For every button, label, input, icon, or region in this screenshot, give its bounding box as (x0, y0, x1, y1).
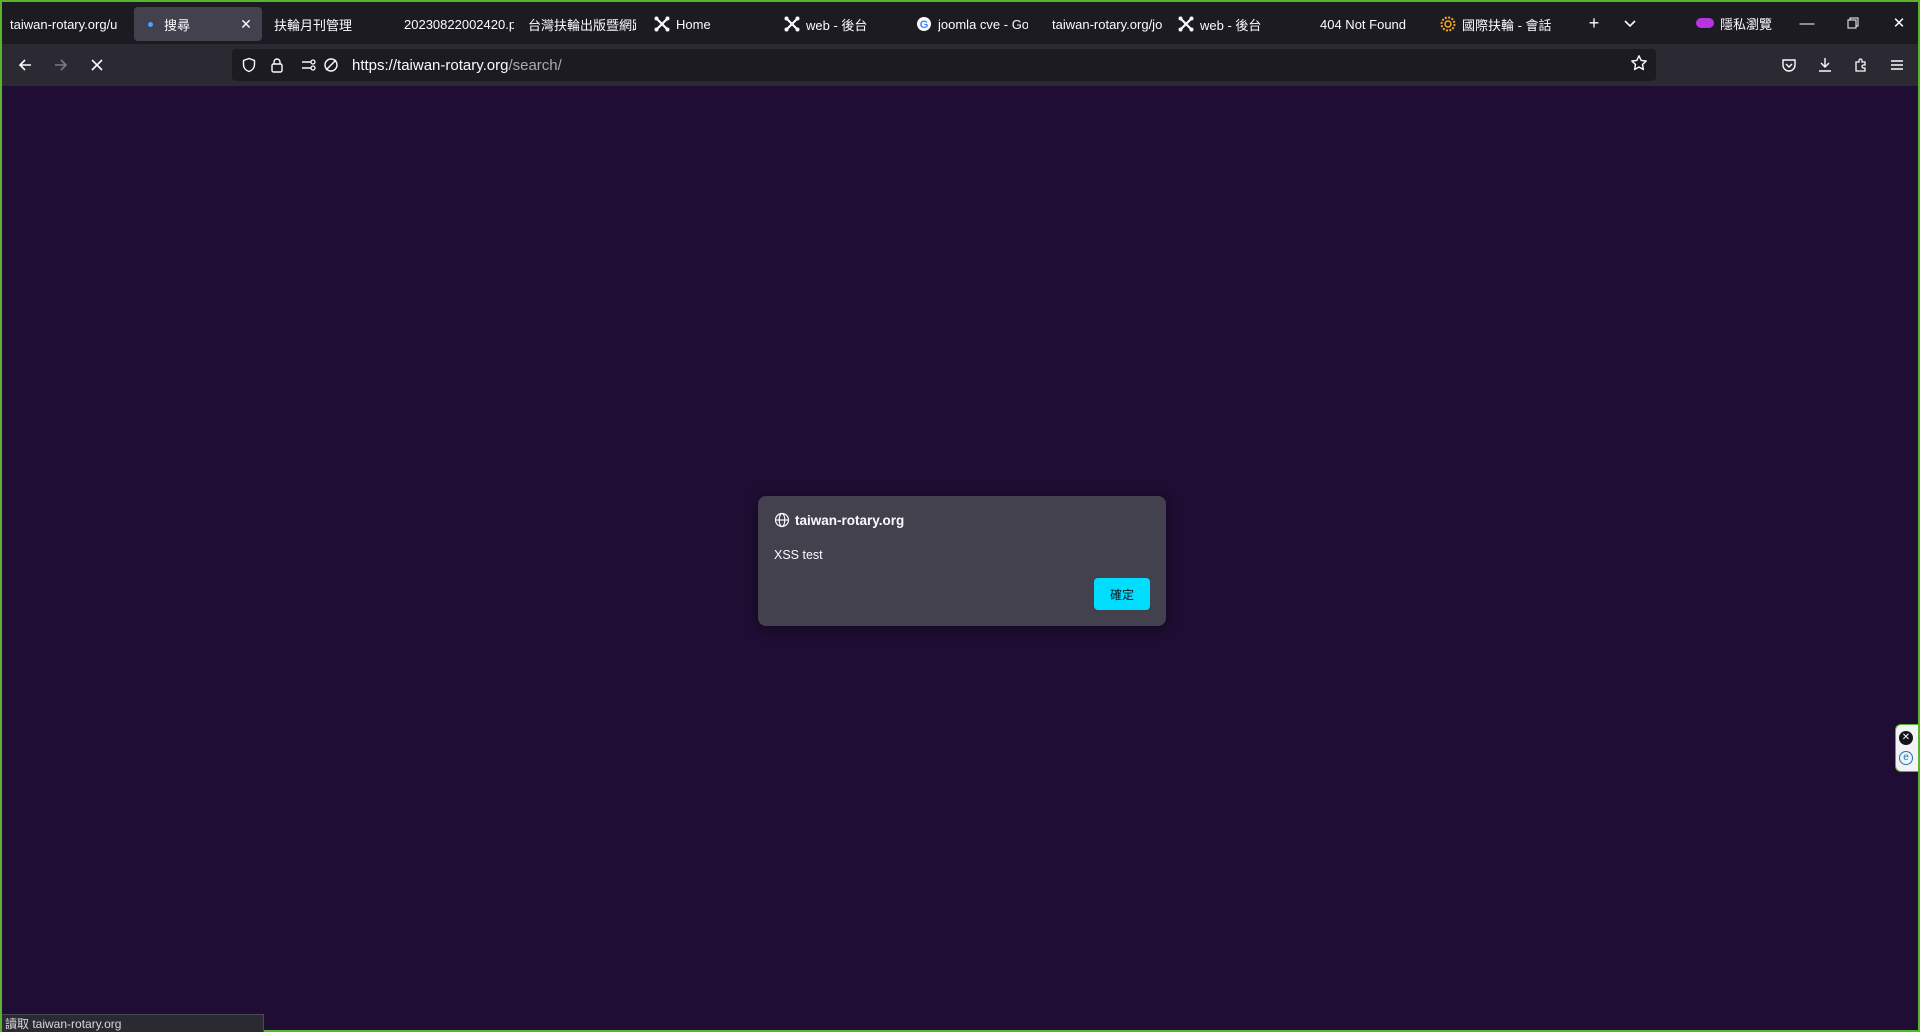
tab-1[interactable]: taiwan-rotary.org/u (2, 7, 132, 41)
blocked-autoplay-icon[interactable] (320, 54, 342, 76)
url-text[interactable]: https://taiwan-rotary.org/search/ (352, 57, 562, 74)
status-bar: 讀取 taiwan-rotary.org (2, 1014, 264, 1032)
private-browsing-label: 隱私瀏覽 (1720, 16, 1773, 32)
url-path: /search/ (508, 56, 562, 74)
tab-label: 台灣扶輪出版暨網路 (528, 17, 636, 33)
close-window-icon[interactable]: ✕ (1876, 2, 1920, 44)
url-host: https://taiwan-rotary.org (352, 56, 509, 74)
joomla-icon (784, 16, 800, 32)
forward-arrow-icon[interactable] (44, 48, 78, 82)
tab-11[interactable]: 404 Not Found (1310, 7, 1440, 41)
alert-dialog: taiwan-rotary.org XSS test 確定 (758, 496, 1166, 626)
tab-label: 搜尋 (164, 17, 191, 33)
extensions-icon[interactable] (1844, 48, 1878, 82)
tab-5[interactable]: 台灣扶輪出版暨網路 (522, 7, 652, 41)
back-arrow-icon[interactable] (8, 48, 42, 82)
minimize-icon[interactable]: — (1784, 2, 1830, 44)
tab-12[interactable]: 國際扶輪 - 會話 (1440, 7, 1570, 41)
joomla-icon (654, 16, 670, 32)
joomla-icon (1178, 16, 1194, 32)
tab-label: joomla cve - Go (938, 16, 1028, 32)
tab-6[interactable]: Home (652, 7, 784, 41)
permissions-icon[interactable] (298, 54, 320, 76)
side-widget[interactable]: ✕ e (1895, 724, 1918, 772)
restore-icon[interactable] (1830, 2, 1876, 44)
list-all-tabs-chevron-down-icon[interactable] (1612, 6, 1648, 40)
tab-label: taiwan-rotary.org/jo (1052, 16, 1162, 32)
tab-8[interactable]: G joomla cve - Go (916, 7, 1048, 41)
downloads-icon[interactable] (1808, 48, 1842, 82)
tab-label: web - 後台 (806, 17, 868, 33)
svg-text:G: G (920, 19, 929, 31)
pocket-icon[interactable] (1772, 48, 1806, 82)
globe-icon (774, 512, 790, 528)
dialog-origin: taiwan-rotary.org (795, 512, 905, 528)
tab-3[interactable]: 扶輪月刊管理 (262, 7, 392, 41)
url-bar[interactable]: https://taiwan-rotary.org/search/ (232, 49, 1656, 81)
hamburger-menu-icon[interactable] (1880, 48, 1914, 82)
tab-9[interactable]: taiwan-rotary.org/jo (1048, 7, 1178, 41)
loading-dot-icon (142, 16, 158, 32)
lock-icon[interactable] (266, 54, 288, 76)
dialog-title: taiwan-rotary.org (774, 512, 904, 528)
tab-label: 扶輪月刊管理 (274, 17, 353, 33)
extension-e-icon[interactable]: e (1899, 751, 1913, 765)
tab-label: taiwan-rotary.org/u (10, 16, 118, 32)
close-tab-icon[interactable]: ✕ (238, 16, 254, 33)
private-browsing-indicator: 隱私瀏覽 (1696, 2, 1772, 44)
tab-label: web - 後台 (1200, 17, 1262, 33)
tab-label: Home (676, 16, 711, 32)
tab-label: 國際扶輪 - 會話 (1462, 17, 1552, 33)
dialog-message: XSS test (774, 548, 823, 562)
tab-2-active[interactable]: 搜尋 ✕ (134, 7, 262, 41)
tab-label: 404 Not Found (1320, 16, 1407, 32)
navigation-toolbar: https://taiwan-rotary.org/search/ (2, 44, 1918, 86)
tab-4[interactable]: 20230822002420.p (392, 7, 522, 41)
tracking-protection-shield-icon[interactable] (238, 54, 260, 76)
private-mask-icon (1696, 18, 1714, 28)
tab-strip: taiwan-rotary.org/u 搜尋 ✕ 扶輪月刊管理 20230822… (2, 2, 1918, 44)
bookmark-star-icon[interactable] (1630, 54, 1648, 77)
rotary-icon (1440, 16, 1456, 32)
new-tab-plus-icon[interactable]: + (1576, 6, 1612, 40)
close-circle-icon[interactable]: ✕ (1899, 731, 1913, 745)
tab-10[interactable]: web - 後台 (1178, 7, 1310, 41)
tab-7[interactable]: web - 後台 (784, 7, 916, 41)
google-icon: G (916, 16, 932, 32)
tab-label: 20230822002420.p (404, 16, 514, 32)
stop-loading-icon[interactable] (80, 48, 114, 82)
ok-button[interactable]: 確定 (1094, 578, 1150, 610)
